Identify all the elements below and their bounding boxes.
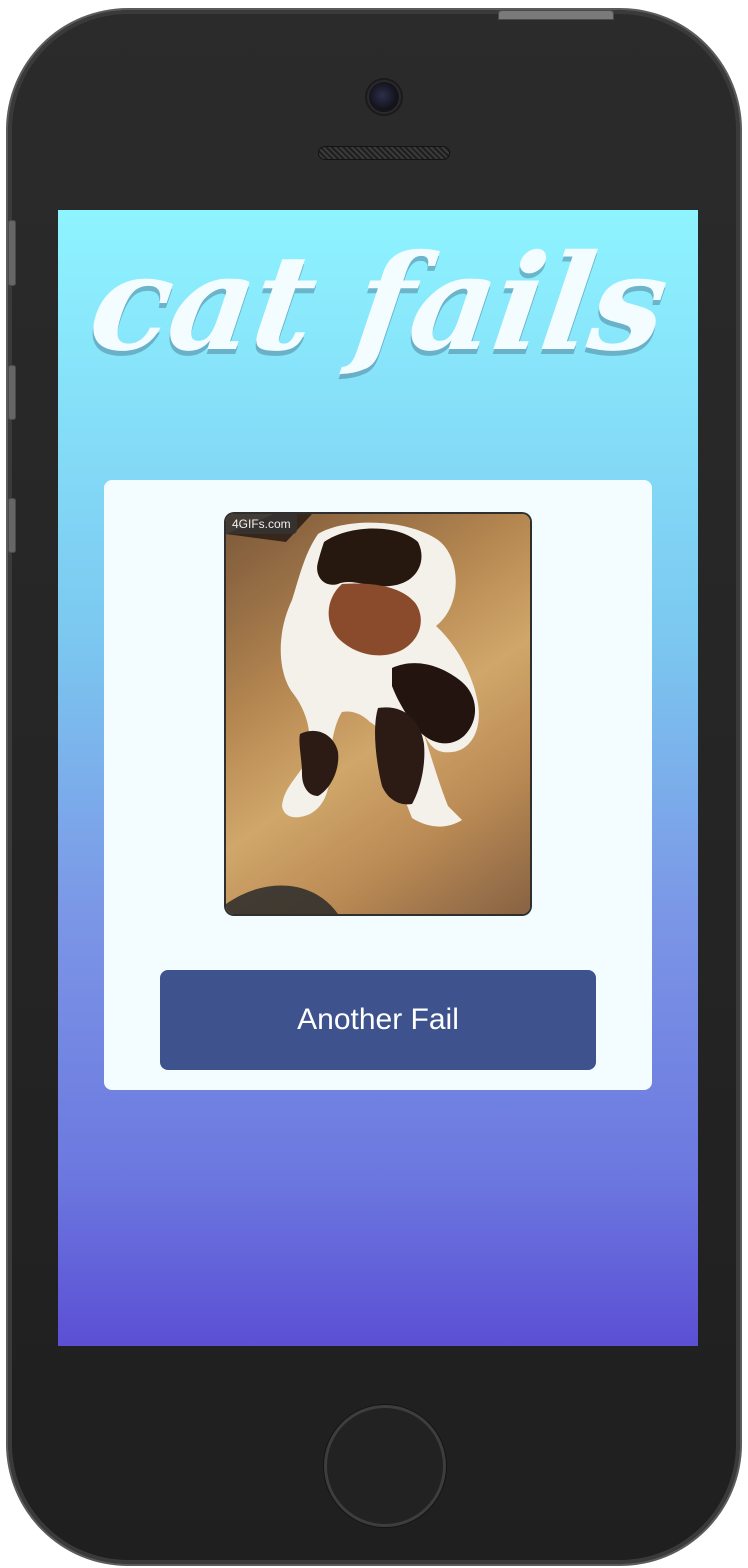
volume-down-button <box>8 498 16 553</box>
speaker-grille-icon <box>318 146 450 160</box>
another-fail-button[interactable]: Another Fail <box>160 970 596 1070</box>
front-camera-icon <box>369 82 399 112</box>
gif-watermark: 4GIFs.com <box>226 514 297 534</box>
cat-black-patch <box>317 528 422 587</box>
mute-switch <box>8 220 16 286</box>
volume-up-button <box>8 365 16 420</box>
power-button <box>498 10 614 20</box>
cat-illustration <box>226 514 479 914</box>
app-screen: cat fails 4GIFs.com Another Fail <box>58 210 698 1346</box>
app-title: cat fails <box>81 226 675 381</box>
fail-card: 4GIFs.com Another Fail <box>104 480 652 1090</box>
home-button-icon <box>324 1405 446 1527</box>
cat-fail-gif: 4GIFs.com <box>226 514 530 914</box>
